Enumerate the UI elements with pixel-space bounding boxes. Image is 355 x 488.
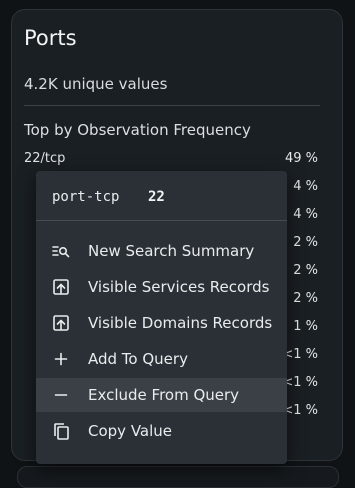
menu-item-visible-services-records[interactable]: Visible Services Records: [36, 270, 287, 304]
menu-header: port-tcp 22: [36, 171, 287, 220]
minus-icon: [54, 394, 68, 396]
field-key: port-tcp: [52, 189, 120, 205]
row-percentage: 1 %: [293, 319, 318, 334]
menu-item-label: Visible Domains Records: [88, 314, 273, 332]
search-summary-icon: [52, 246, 70, 258]
menu-item-label: Copy Value: [88, 422, 173, 440]
unique-values-count: 4.2K unique values: [24, 75, 168, 93]
row-percentage: 4 %: [293, 207, 318, 222]
row-percentage: 4 %: [293, 179, 318, 194]
card-title: Ports: [24, 26, 77, 50]
field-value: 22: [148, 189, 165, 205]
menu-item-label: Visible Services Records: [88, 278, 270, 296]
section-heading: Top by Observation Frequency: [24, 121, 251, 139]
value-row-label[interactable]: 22/tcp: [24, 151, 65, 166]
next-card-edge: [17, 466, 339, 488]
card-divider: [24, 105, 320, 106]
menu-item-add-to-query[interactable]: Add To Query: [36, 342, 287, 376]
row-percentage: 2 %: [293, 263, 318, 278]
menu-item-label: Exclude From Query: [88, 386, 240, 404]
plus-icon: [54, 352, 68, 366]
menu-item-visible-domains-records[interactable]: Visible Domains Records: [36, 306, 287, 340]
menu-item-label: Add To Query: [88, 350, 188, 368]
menu-item-exclude-from-query[interactable]: Exclude From Query: [36, 378, 287, 412]
row-percentage: <1 %: [282, 347, 318, 362]
row-percentage: <1 %: [282, 403, 318, 418]
open-in-new-icon: [53, 279, 69, 295]
open-in-new-icon: [53, 315, 69, 331]
menu-item-label: New Search Summary: [88, 242, 255, 260]
row-percentage: 2 %: [293, 291, 318, 306]
menu-divider: [36, 220, 287, 221]
copy-icon: [54, 423, 69, 440]
menu-item-copy-value[interactable]: Copy Value: [36, 414, 287, 448]
row-percentage: <1 %: [282, 375, 318, 390]
menu-item-new-search-summary[interactable]: New Search Summary: [36, 234, 287, 268]
row-percentage: 2 %: [293, 235, 318, 250]
row-percentage: 49 %: [284, 151, 318, 166]
context-menu: port-tcp 22 New Search Summary Visible S…: [36, 171, 287, 464]
